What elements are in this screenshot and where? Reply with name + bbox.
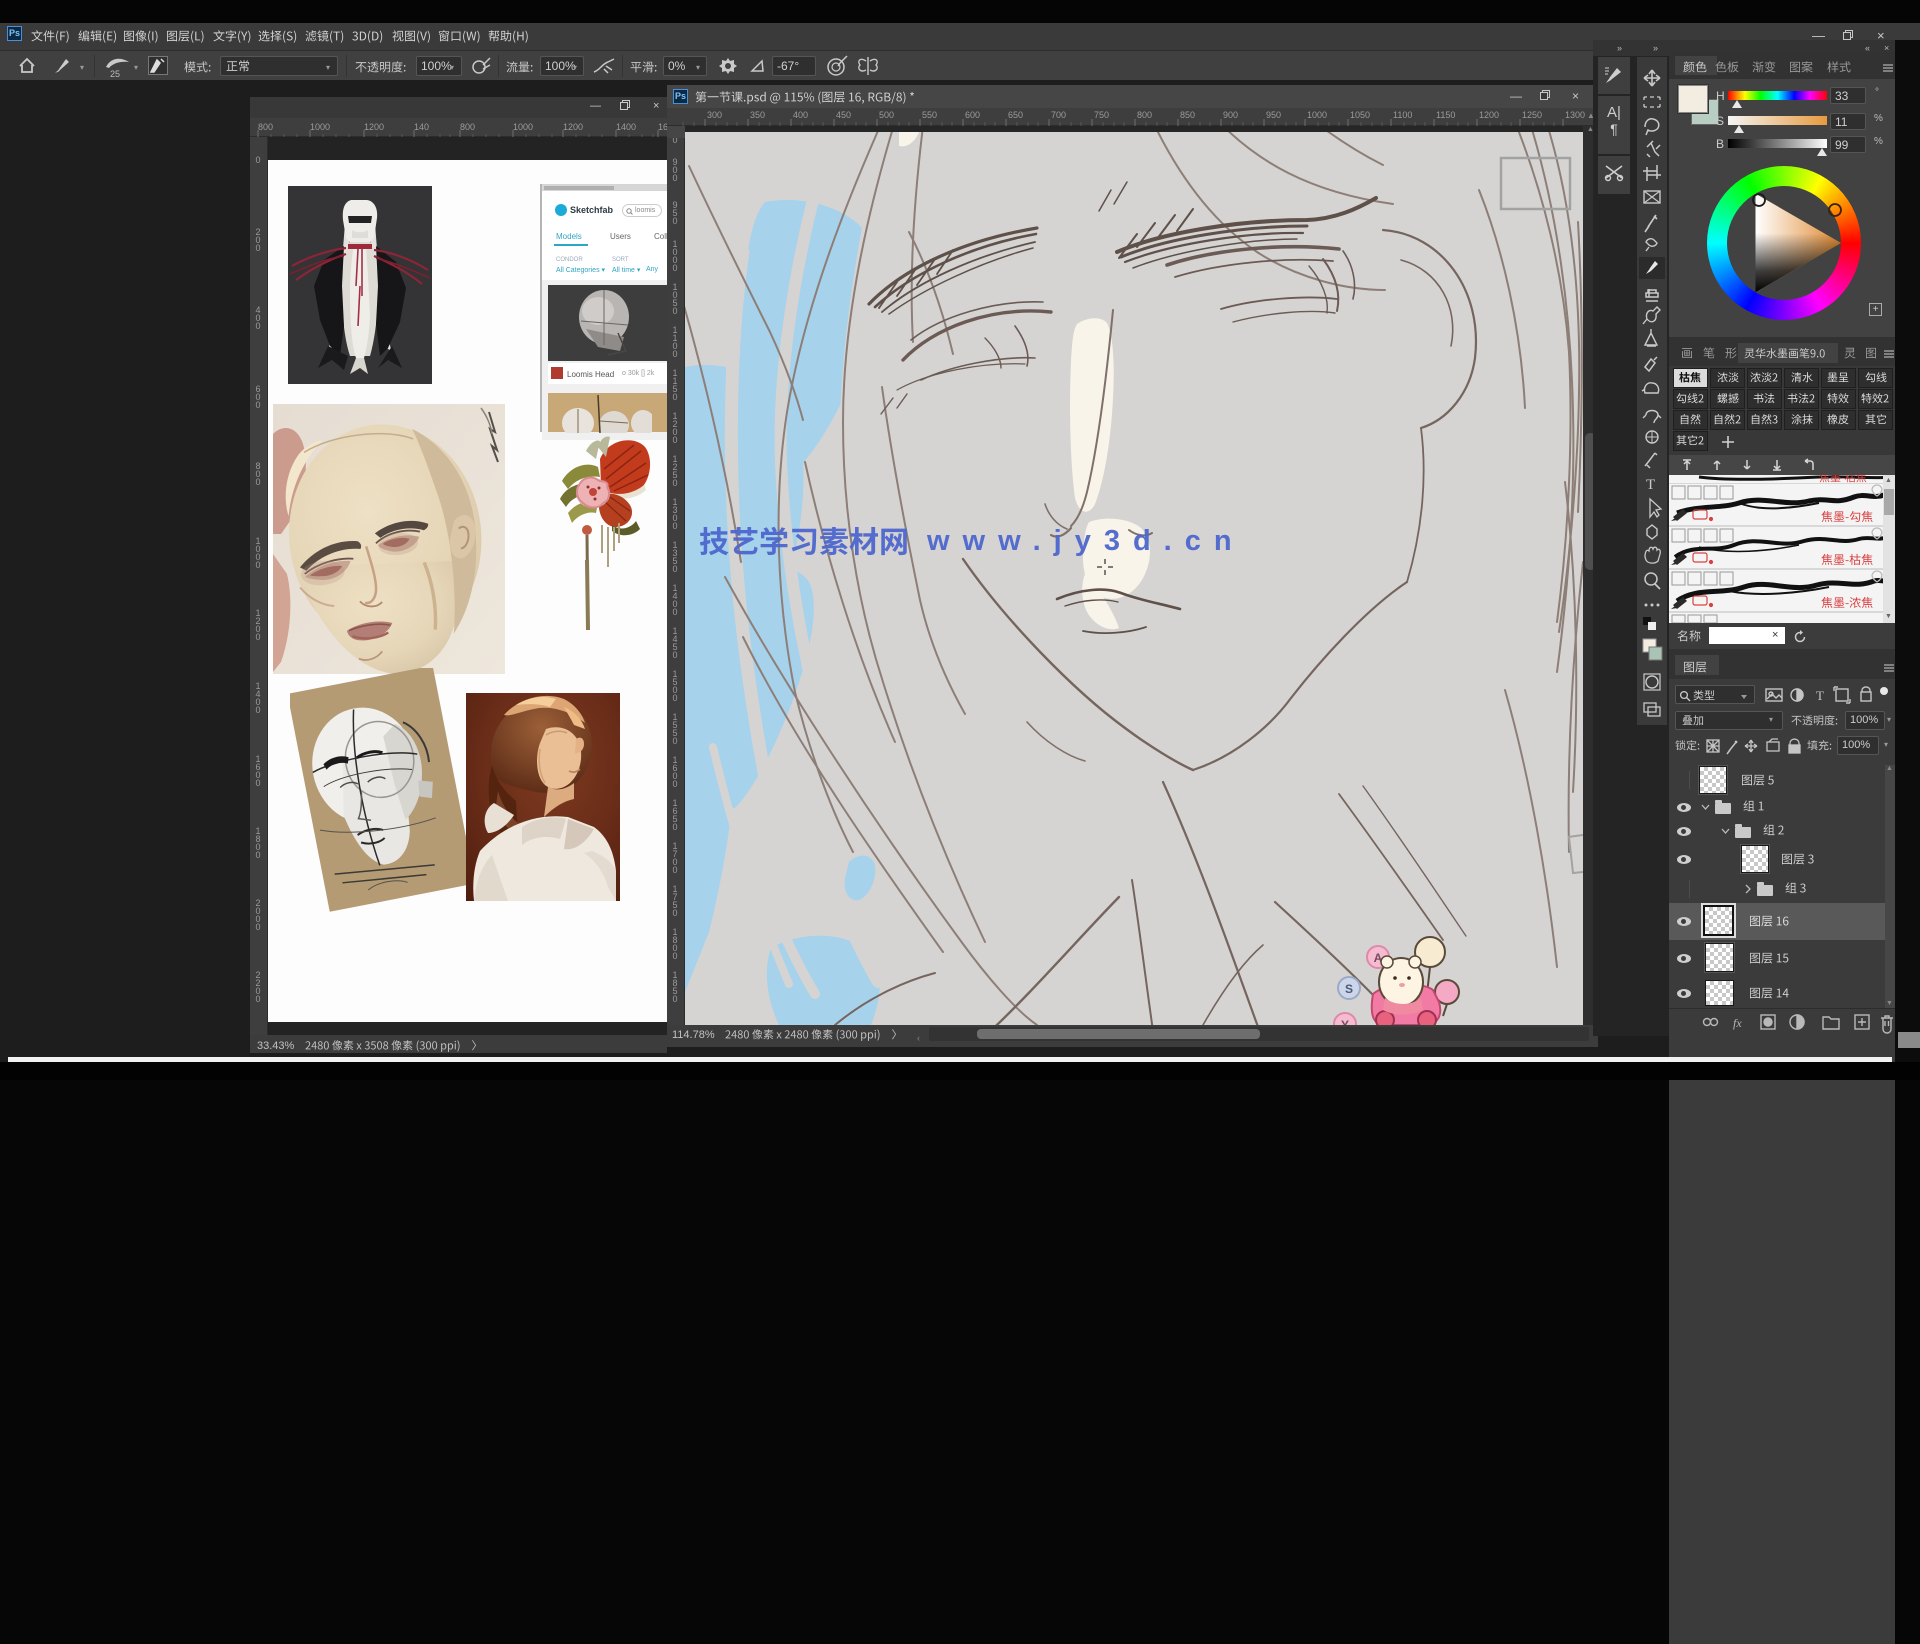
svg-text:S: S [1345, 982, 1353, 996]
svg-text:400: 400 [793, 110, 808, 120]
svg-text:1200: 1200 [1479, 110, 1499, 120]
svg-text:fx: fx [1733, 1016, 1742, 1030]
svg-text:600: 600 [965, 110, 980, 120]
svg-text:1000: 1000 [1307, 110, 1327, 120]
svg-text:1050: 1050 [1350, 110, 1370, 120]
svg-text:650: 650 [1008, 110, 1023, 120]
svg-text:850: 850 [1180, 110, 1195, 120]
svg-text:1250: 1250 [1522, 110, 1542, 120]
svg-text:1300: 1300 [1565, 110, 1585, 120]
svg-text:T: T [1816, 688, 1824, 703]
svg-text:500: 500 [879, 110, 894, 120]
svg-text:800: 800 [1137, 110, 1152, 120]
svg-text:300: 300 [707, 110, 722, 120]
svg-text:1100: 1100 [1393, 110, 1412, 120]
svg-text:1150: 1150 [1436, 110, 1455, 120]
svg-text:950: 950 [1266, 110, 1281, 120]
svg-text:900: 900 [1223, 110, 1238, 120]
svg-text:700: 700 [1051, 110, 1066, 120]
svg-text:350: 350 [750, 110, 765, 120]
svg-text:450: 450 [836, 110, 851, 120]
svg-text:Y: Y [1341, 1018, 1349, 1025]
svg-text:550: 550 [922, 110, 937, 120]
svg-text:T: T [1646, 477, 1655, 493]
svg-text:750: 750 [1094, 110, 1109, 120]
